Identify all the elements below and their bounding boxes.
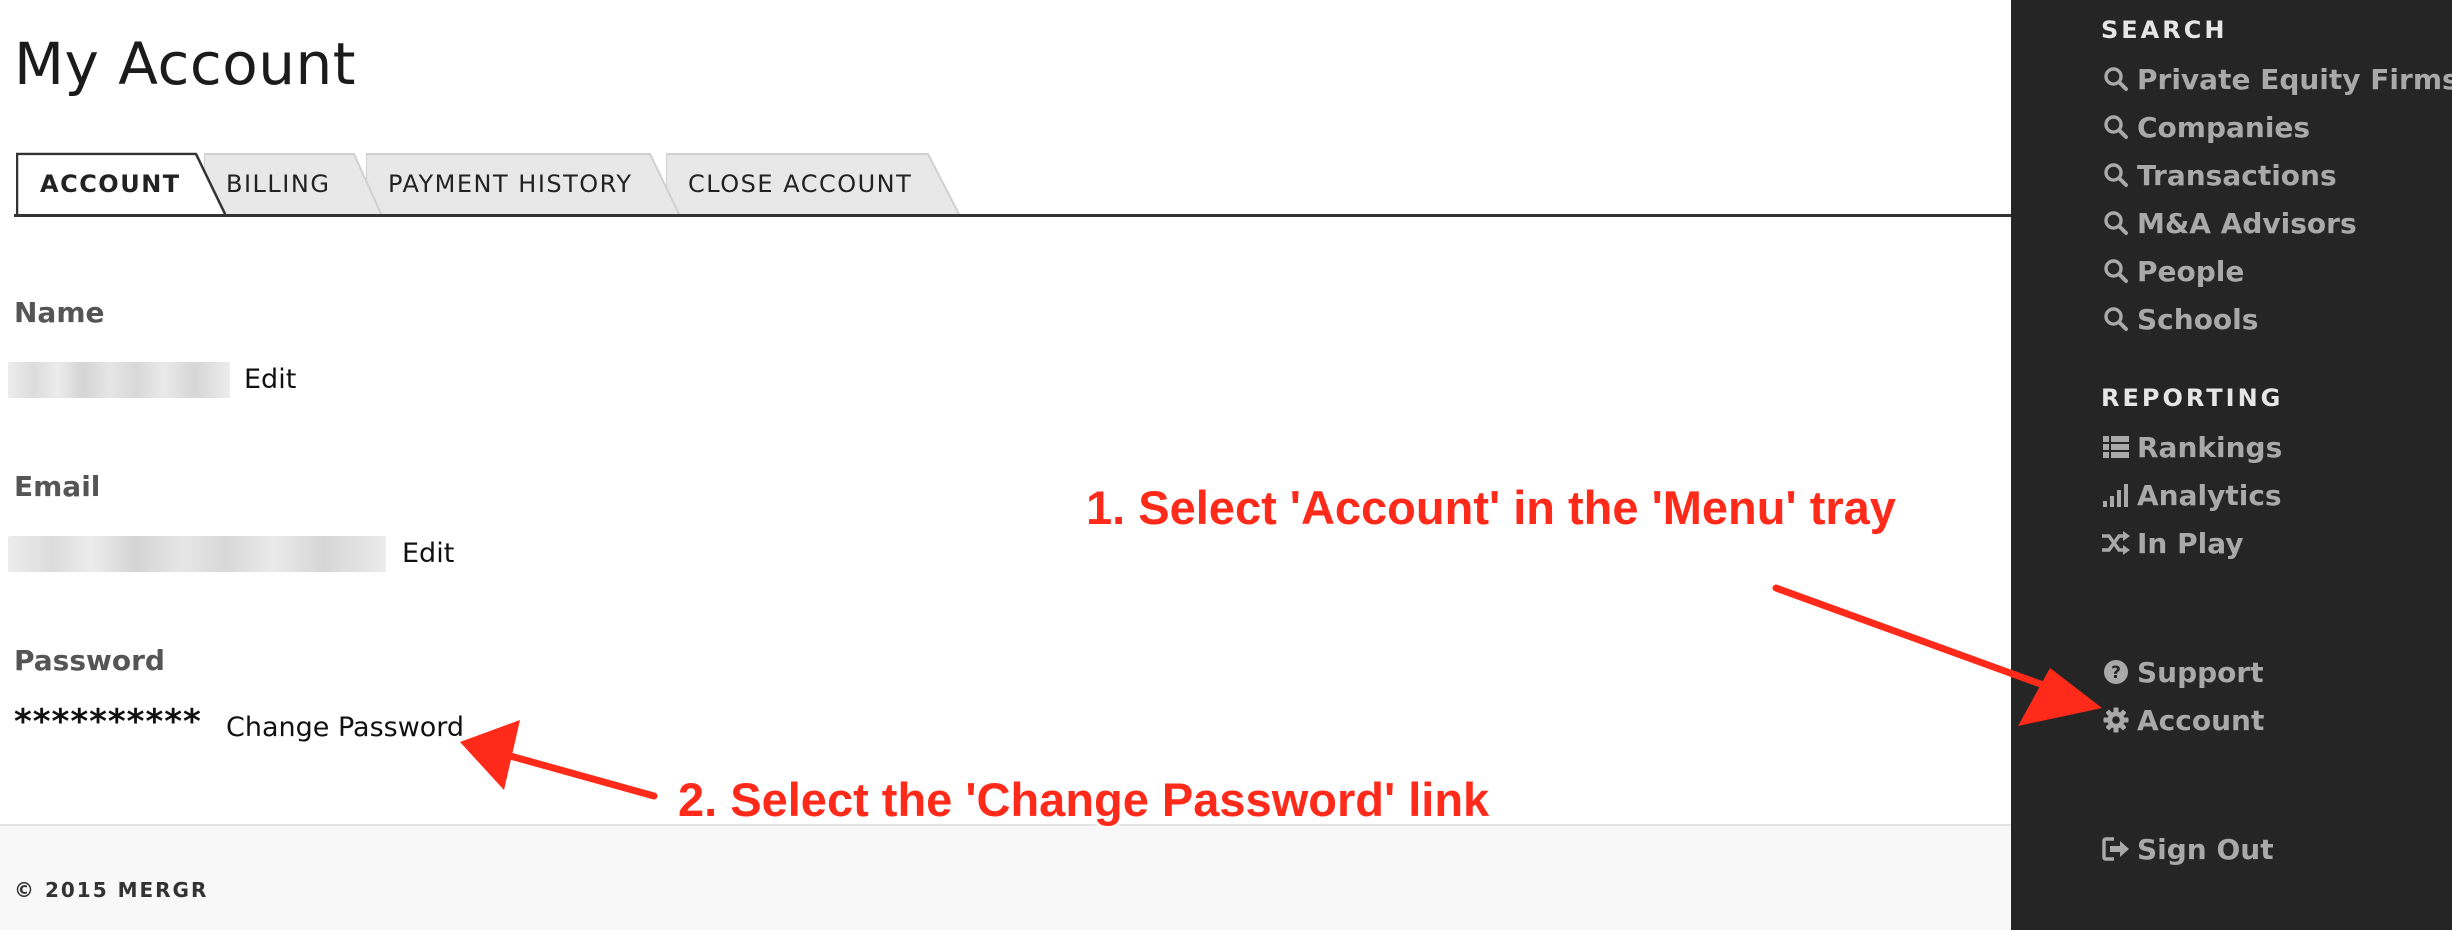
sidebar-item-support[interactable]: ? Support	[2101, 652, 2264, 692]
sidebar-item-transactions[interactable]: Transactions	[2101, 155, 2337, 195]
sidebar-item-label: Sign Out	[2137, 832, 2274, 866]
sidebar-item-schools[interactable]: Schools	[2101, 299, 2258, 339]
sign-out-icon	[2101, 834, 2131, 864]
tab-payment-history[interactable]: PAYMENT HISTORY	[366, 152, 680, 216]
sidebar-item-companies[interactable]: Companies	[2101, 107, 2310, 147]
reporting-heading: REPORTING	[2101, 384, 2284, 412]
email-value-redacted	[8, 536, 386, 572]
password-masked-value: **********	[14, 702, 202, 742]
gear-icon	[2101, 705, 2131, 735]
sidebar-item-in-play[interactable]: In Play	[2101, 523, 2244, 563]
search-icon	[2101, 208, 2131, 238]
tab-label: CLOSE ACCOUNT	[688, 170, 913, 198]
email-label: Email	[14, 470, 101, 503]
sidebar-item-label: Transactions	[2137, 158, 2337, 192]
edit-name-link[interactable]: Edit	[244, 364, 296, 395]
search-icon	[2101, 112, 2131, 142]
sidebar-item-people[interactable]: People	[2101, 251, 2244, 291]
sidebar-item-rankings[interactable]: Rankings	[2101, 427, 2282, 467]
sidebar-item-ma-advisors[interactable]: M&A Advisors	[2101, 203, 2357, 243]
search-icon	[2101, 64, 2131, 94]
sidebar-item-sign-out[interactable]: Sign Out	[2101, 829, 2274, 869]
shuffle-icon	[2101, 528, 2131, 558]
edit-email-link[interactable]: Edit	[402, 538, 454, 569]
sidebar-item-label: Rankings	[2137, 430, 2283, 464]
sidebar-item-label: Support	[2137, 655, 2264, 689]
name-label: Name	[14, 296, 105, 329]
sidebar-item-label: In Play	[2137, 526, 2244, 560]
signal-bars-icon	[2101, 480, 2131, 510]
search-icon	[2101, 304, 2131, 334]
tab-label: PAYMENT HISTORY	[388, 170, 633, 198]
tab-label: ACCOUNT	[40, 170, 181, 198]
tab-label: BILLING	[226, 170, 331, 198]
sidebar-item-label: Account	[2137, 703, 2265, 737]
copyright: © 2015 MERGR	[14, 878, 209, 902]
footer: © 2015 MERGR	[0, 824, 2011, 930]
svg-text:?: ?	[2111, 663, 2121, 683]
tabs-baseline	[14, 214, 2011, 217]
sidebar-item-label: Companies	[2137, 110, 2311, 144]
sidebar-item-label: Analytics	[2137, 478, 2282, 512]
list-icon	[2101, 432, 2131, 462]
sidebar-item-private-equity-firms[interactable]: Private Equity Firms	[2101, 59, 2452, 99]
menu-tray: SEARCH Private Equity Firms Companies Tr…	[2011, 0, 2452, 930]
sidebar-item-label: Private Equity Firms	[2137, 62, 2452, 96]
annotation-step-1: 1. Select 'Account' in the 'Menu' tray	[1086, 481, 1896, 534]
change-password-link[interactable]: Change Password	[226, 712, 464, 743]
search-icon	[2101, 160, 2131, 190]
sidebar-item-label: People	[2137, 254, 2245, 288]
name-value-redacted	[8, 362, 230, 398]
tab-billing[interactable]: BILLING	[204, 152, 382, 216]
sidebar-item-label: Schools	[2137, 302, 2259, 336]
sidebar-item-label: M&A Advisors	[2137, 206, 2357, 240]
search-heading: SEARCH	[2101, 16, 2228, 44]
password-label: Password	[14, 644, 165, 677]
annotation-step-2: 2. Select the 'Change Password' link	[678, 773, 1490, 826]
search-icon	[2101, 256, 2131, 286]
question-circle-icon: ?	[2101, 657, 2131, 687]
tab-account[interactable]: ACCOUNT	[16, 152, 226, 216]
sidebar-item-account[interactable]: Account	[2101, 700, 2264, 740]
sidebar-item-analytics[interactable]: Analytics	[2101, 475, 2282, 515]
tab-close-account[interactable]: CLOSE ACCOUNT	[666, 152, 960, 216]
page-title: My Account	[14, 30, 356, 98]
